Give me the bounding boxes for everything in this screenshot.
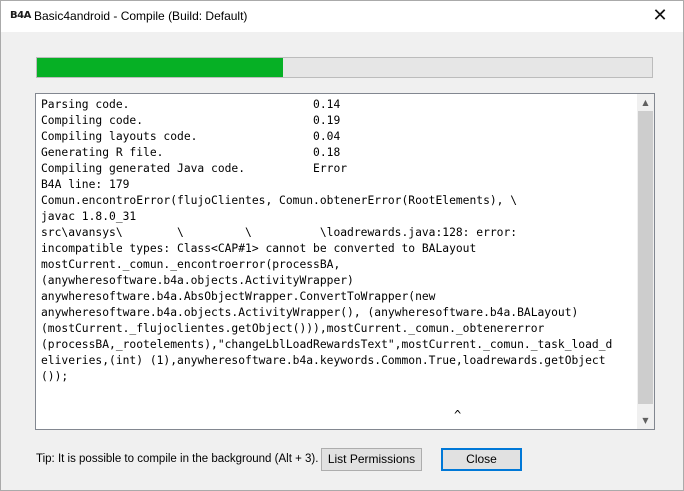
compile-progress-bar bbox=[36, 57, 653, 78]
close-button[interactable]: Close bbox=[441, 448, 522, 471]
tip-text: Tip: It is possible to compile in the ba… bbox=[36, 453, 319, 465]
window-title: Basic4android - Compile (Build: Default) bbox=[34, 9, 248, 23]
scroll-up-icon[interactable]: ▲ bbox=[637, 94, 654, 111]
scroll-down-icon[interactable]: ▼ bbox=[637, 412, 654, 429]
log-scrollbar[interactable]: ▲ ▼ bbox=[637, 94, 654, 429]
error-caret: ^ bbox=[454, 408, 462, 422]
title-bar: B4A Basic4android - Compile (Build: Defa… bbox=[1, 1, 683, 32]
window-close-icon[interactable]: ✕ bbox=[637, 1, 683, 32]
list-permissions-button[interactable]: List Permissions bbox=[321, 448, 422, 471]
b4a-logo-icon: B4A bbox=[10, 10, 31, 21]
scroll-thumb[interactable] bbox=[638, 111, 653, 404]
compile-log[interactable]: Parsing code. 0.14 Compiling code. 0.19 … bbox=[35, 93, 655, 430]
compile-dialog: B4A Basic4android - Compile (Build: Defa… bbox=[0, 0, 684, 491]
compile-log-text: Parsing code. 0.14 Compiling code. 0.19 … bbox=[41, 98, 613, 383]
progress-fill bbox=[37, 58, 283, 77]
